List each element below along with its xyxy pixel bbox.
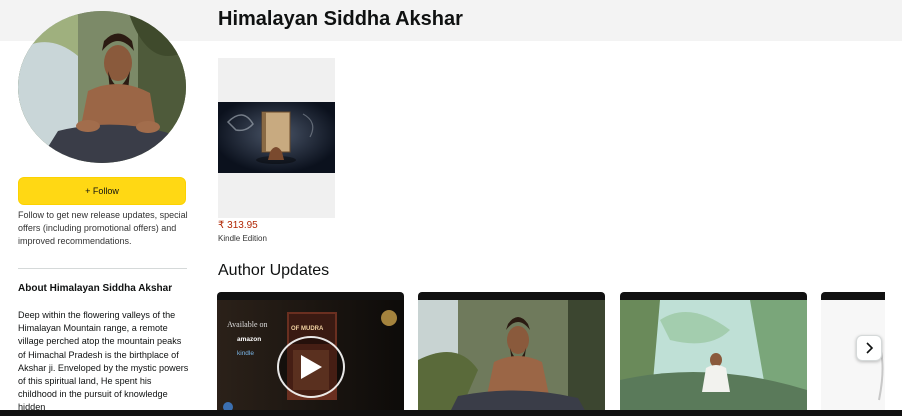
update-card-video[interactable]: Available on amazon kindle OF MUDRA <box>217 292 404 416</box>
carousel-next-button[interactable] <box>856 335 882 361</box>
kindle-logo: kindle <box>237 350 254 357</box>
play-button[interactable] <box>277 336 345 398</box>
bottom-bar <box>0 410 902 416</box>
book-card[interactable] <box>218 58 335 218</box>
amazon-logo: amazon <box>237 336 262 343</box>
video-available-on: Available on <box>227 320 268 329</box>
book-cover[interactable] <box>218 102 335 173</box>
author-avatar <box>18 11 186 163</box>
author-name: Himalayan Siddha Akshar <box>218 8 463 30</box>
author-updates-title: Author Updates <box>218 262 330 279</box>
follow-description: Follow to get new release updates, speci… <box>18 210 188 247</box>
book-format: Kindle Edition <box>218 234 267 243</box>
update-card-photo[interactable] <box>620 292 807 416</box>
book-price: ₹ 313.95 <box>218 220 258 231</box>
about-title: About Himalayan Siddha Akshar <box>18 283 173 294</box>
update-card-photo[interactable] <box>418 292 605 416</box>
about-text: Deep within the flowering valleys of the… <box>18 310 189 413</box>
video-book-text: OF MUDRA <box>291 326 324 332</box>
play-icon <box>301 355 322 379</box>
divider <box>18 268 187 269</box>
chevron-right-icon <box>866 342 874 354</box>
follow-button[interactable]: + Follow <box>18 177 186 205</box>
author-updates-carousel: Available on amazon kindle OF MUDRA <box>217 290 885 416</box>
